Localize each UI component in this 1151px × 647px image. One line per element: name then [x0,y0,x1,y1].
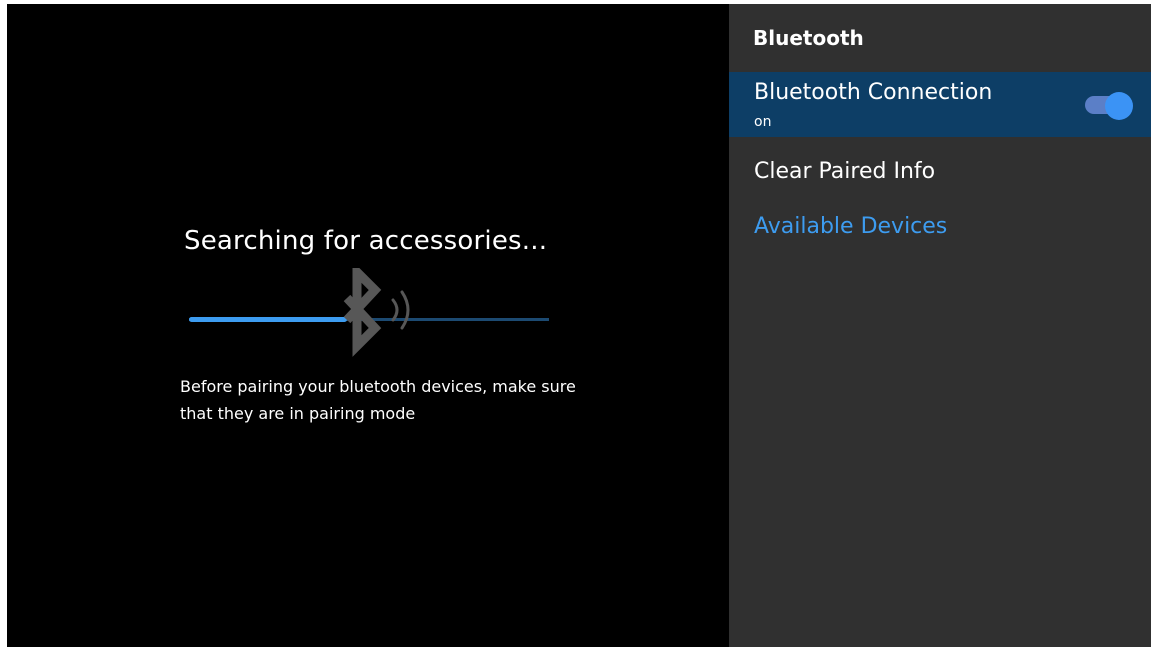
bluetooth-search-area: Searching for accessories... Before pair… [7,4,729,647]
bluetooth-settings-panel: Bluetooth Bluetooth Connection on Clear … [729,4,1151,647]
search-status-title: Searching for accessories... [184,226,548,256]
bluetooth-searching-graphic [343,268,410,357]
signal-waves-icon [391,290,410,330]
tv-screen: Searching for accessories... Before pair… [7,4,1151,647]
bluetooth-connection-label: Bluetooth Connection [754,80,993,105]
toggle-knob [1105,92,1133,120]
bluetooth-connection-status: on [754,114,772,130]
clear-paired-info-item[interactable]: Clear Paired Info [729,152,1151,196]
bluetooth-toggle[interactable] [1085,92,1133,120]
available-devices-label: Available Devices [754,214,948,239]
clear-paired-info-label: Clear Paired Info [754,159,936,184]
pairing-hint-text: Before pairing your bluetooth devices, m… [180,377,576,423]
available-devices-item[interactable]: Available Devices [729,207,1151,251]
bluetooth-icon [343,268,382,357]
bluetooth-connection-item[interactable]: Bluetooth Connection on [729,72,1151,137]
panel-title: Bluetooth [753,26,864,50]
